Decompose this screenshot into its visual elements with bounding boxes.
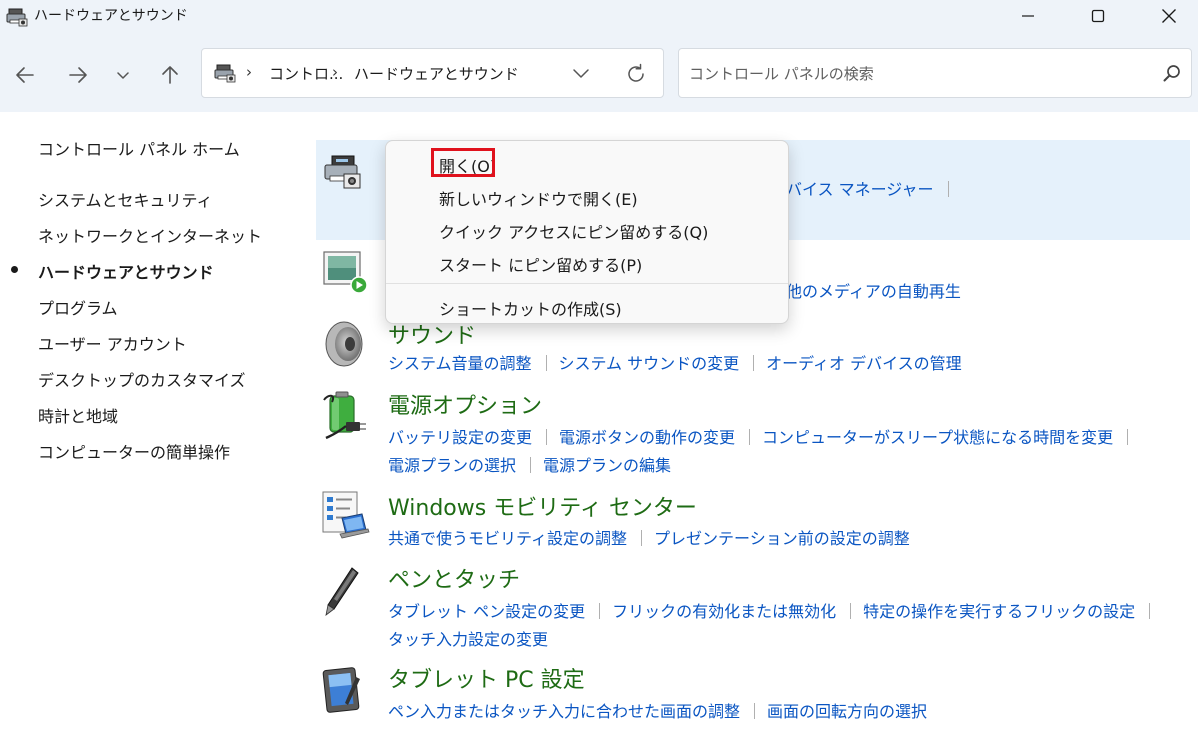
battery-power-icon[interactable] [322, 390, 368, 444]
change-power-buttons-link[interactable]: 電源ボタンの動作の変更 [559, 428, 735, 447]
sidebar-item-appearance[interactable]: デスクトップのカスタマイズ [38, 367, 246, 391]
autoplay-other-media-link[interactable]: 他のメディアの自動再生 [786, 282, 961, 301]
devices-printers-icon[interactable] [322, 152, 364, 196]
link-divider [546, 429, 548, 445]
choose-screen-rotation-link[interactable]: 画面の回転方向の選択 [767, 702, 927, 721]
search-input[interactable] [687, 61, 1151, 87]
highlight-box [431, 148, 495, 177]
pen-links-row1: タブレット ペン設定の変更 フリックの有効化または無効化 特定の操作を実行するフリッ… [388, 598, 1162, 622]
up-button[interactable] [154, 59, 186, 91]
adjust-presentation-settings-link[interactable]: プレゼンテーション前の設定の調整 [654, 529, 910, 548]
devices-links: バイス マネージャー [786, 176, 961, 200]
printer-devices-icon [214, 63, 236, 87]
link-divider [641, 530, 643, 546]
sound-links: システム音量の調整 システム サウンドの変更 オーディオ デバイスの管理 [388, 350, 962, 374]
adjust-system-volume-link[interactable]: システム音量の調整 [388, 354, 532, 373]
device-manager-link[interactable]: バイス マネージャー [786, 180, 934, 199]
maximize-icon [1091, 9, 1105, 23]
mobility-center-icon[interactable] [322, 490, 370, 544]
sidebar-item-hardware-sound[interactable]: ハードウェアとサウンド [38, 259, 214, 283]
change-touch-input-settings-link[interactable]: タッチ入力設定の変更 [388, 630, 548, 649]
sidebar-item-clock-region[interactable]: 時計と地域 [38, 403, 118, 427]
minimize-icon [1022, 15, 1034, 17]
address-history-button[interactable] [570, 62, 592, 88]
window-title: ハードウェアとサウンド [34, 8, 188, 24]
mobility-links: 共通で使うモビリティ設定の調整 プレゼンテーション前の設定の調整 [388, 525, 910, 549]
title-bar: ハードウェアとサウンド [0, 0, 1198, 36]
sidebar-item-control-panel-home[interactable]: コントロール パネル ホーム [38, 136, 240, 160]
menu-item-create-shortcut[interactable]: ショートカットの作成(S) [439, 296, 622, 320]
link-divider [749, 429, 751, 445]
breadcrumb-hardware-sound[interactable]: ハードウェアとサウンド [354, 63, 519, 84]
recent-locations-button[interactable] [107, 59, 139, 91]
forward-button[interactable] [62, 59, 94, 91]
navigation-bar: › コントロ... › ハードウェアとサウンド [0, 36, 1198, 112]
pen-icon[interactable] [322, 565, 362, 621]
link-divider [850, 603, 852, 619]
sidebar-item-programs[interactable]: プログラム [38, 295, 118, 319]
link-divider [1127, 429, 1129, 445]
maximize-button[interactable] [1075, 0, 1121, 32]
close-icon [1162, 9, 1176, 23]
change-battery-settings-link[interactable]: バッテリ設定の変更 [388, 428, 532, 447]
search-box[interactable] [678, 48, 1192, 98]
set-flicks-link[interactable]: 特定の操作を実行するフリックの設定 [863, 602, 1135, 621]
chevron-down-icon [117, 72, 129, 79]
edit-power-plan-link[interactable]: 電源プランの編集 [543, 456, 671, 475]
toggle-flicks-link[interactable]: フリックの有効化または無効化 [612, 602, 836, 621]
change-system-sounds-link[interactable]: システム サウンドの変更 [559, 354, 740, 373]
power-links-row2: 電源プランの選択 電源プランの編集 [388, 452, 671, 476]
refresh-button[interactable] [624, 62, 648, 90]
adjust-common-mobility-settings-link[interactable]: 共通で使うモビリティ設定の調整 [388, 529, 627, 548]
arrow-up-icon [162, 66, 178, 84]
link-divider [754, 703, 756, 719]
link-divider [599, 603, 601, 619]
breadcrumb-separator-icon[interactable]: › [246, 63, 252, 81]
chevron-down-icon [573, 69, 589, 78]
mobility-center-title[interactable]: Windows モビリティ センター [388, 490, 697, 522]
back-button[interactable] [9, 59, 41, 91]
refresh-icon [628, 63, 644, 82]
link-divider [530, 457, 532, 473]
link-divider [1149, 603, 1151, 619]
sidebar-item-system-security[interactable]: システムとセキュリティ [38, 187, 213, 211]
sidebar-item-ease-of-access[interactable]: コンピューターの簡単操作 [38, 439, 230, 463]
sidebar-item-user-accounts[interactable]: ユーザー アカウント [38, 331, 187, 355]
calibrate-screen-link[interactable]: ペン入力またはタッチ入力に合わせた画面の調整 [388, 702, 740, 721]
breadcrumb-separator-icon[interactable]: › [332, 63, 338, 81]
tablet-links: ペン入力またはタッチ入力に合わせた画面の調整 画面の回転方向の選択 [388, 698, 927, 722]
address-bar[interactable]: › コントロ... › ハードウェアとサウンド [201, 48, 664, 98]
menu-item-pin-quick-access[interactable]: クイック アクセスにピン留めする(Q) [439, 219, 708, 243]
context-menu: 開く(O) 新しいウィンドウで開く(E) クイック アクセスにピン留めする(Q)… [385, 140, 789, 324]
menu-item-open-new-window[interactable]: 新しいウィンドウで開く(E) [439, 186, 638, 210]
change-sleep-time-link[interactable]: コンピューターがスリープ状態になる時間を変更 [762, 428, 1113, 447]
current-page-bullet-icon [11, 266, 18, 273]
pen-touch-title[interactable]: ペンとタッチ [388, 562, 520, 594]
tablet-pc-icon[interactable] [322, 665, 366, 721]
power-links-row1: バッテリ設定の変更 電源ボタンの動作の変更 コンピューターがスリープ状態になる時間を… [388, 424, 1140, 448]
link-divider [545, 355, 547, 371]
link-divider [947, 181, 949, 197]
pen-links-row2: タッチ入力設定の変更 [388, 626, 548, 650]
menu-separator [386, 283, 788, 284]
tablet-pc-settings-title[interactable]: タブレット PC 設定 [388, 662, 585, 694]
arrow-right-icon [69, 67, 87, 83]
choose-power-plan-link[interactable]: 電源プランの選択 [388, 456, 516, 475]
search-icon[interactable] [1163, 64, 1181, 86]
close-button[interactable] [1146, 0, 1192, 32]
autoplay-links: 他のメディアの自動再生 [786, 278, 961, 302]
autoplay-icon[interactable] [322, 250, 368, 300]
power-options-title[interactable]: 電源オプション [388, 388, 542, 420]
manage-audio-devices-link[interactable]: オーディオ デバイスの管理 [766, 354, 962, 373]
minimize-button[interactable] [1005, 0, 1051, 32]
printer-devices-icon [6, 7, 28, 31]
arrow-left-icon [16, 67, 34, 83]
change-pen-settings-link[interactable]: タブレット ペン設定の変更 [388, 602, 585, 621]
sidebar-item-network-internet[interactable]: ネットワークとインターネット [38, 223, 262, 247]
menu-item-pin-start[interactable]: スタート にピン留めする(P) [439, 252, 642, 276]
link-divider [753, 355, 755, 371]
speaker-icon[interactable] [322, 320, 366, 372]
